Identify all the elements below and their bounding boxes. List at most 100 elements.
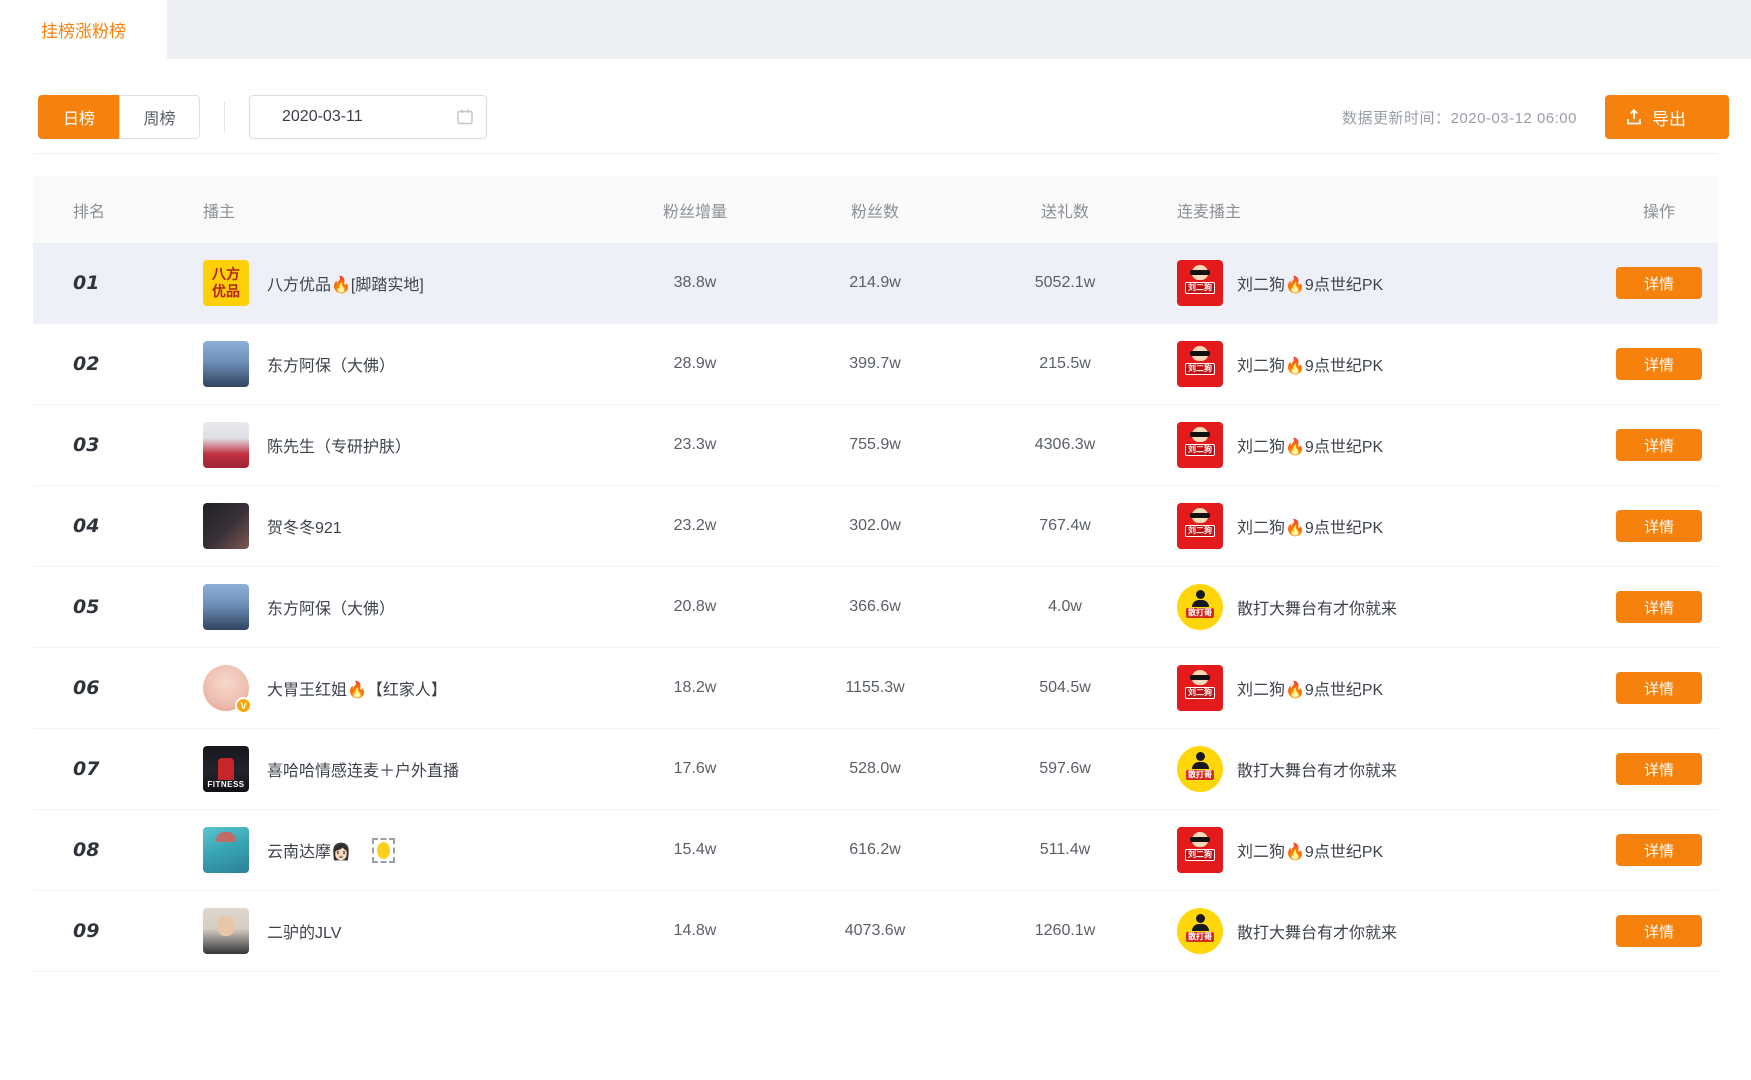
- verified-badge: V: [235, 697, 252, 714]
- gifts-value: 597.6w: [985, 760, 1145, 778]
- rank-number: 02: [73, 353, 99, 375]
- sunglasses-face-icon: [1192, 508, 1208, 523]
- daily-rank-button[interactable]: 日榜: [38, 95, 119, 139]
- co-streamer-name: 散打大舞台有才你就来: [1237, 757, 1397, 781]
- calendar-icon: [456, 108, 474, 126]
- fans-increase-value: 20.8w: [625, 598, 765, 616]
- rank-number: 06: [73, 677, 99, 699]
- co-streamer-avatar: 散打哥: [1177, 746, 1223, 792]
- rank-number: 01: [73, 272, 99, 294]
- detail-button[interactable]: 详情: [1616, 267, 1702, 299]
- detail-button[interactable]: 详情: [1616, 429, 1702, 461]
- co-avatar-text: 散打哥: [1186, 932, 1214, 942]
- tab-strip: 挂榜涨粉榜: [0, 0, 1751, 59]
- streamer-name: 东方阿保（大佛）: [267, 352, 395, 376]
- co-avatar-text: 刘二狗: [1185, 525, 1215, 537]
- gifts-value: 511.4w: [985, 841, 1145, 859]
- section-divider: [33, 153, 1718, 154]
- date-picker[interactable]: 2020-03-11: [249, 95, 487, 139]
- table-row: 04 贺冬冬921 23.2w 302.0w 767.4w 刘二狗 刘二狗🔥9点…: [33, 486, 1718, 567]
- co-streamer-name: 散打大舞台有才你就来: [1237, 919, 1397, 943]
- table-row: 01 八方优品 八方优品🔥[脚踏实地] 38.8w 214.9w 5052.1w…: [33, 243, 1718, 324]
- figure-body-icon: [1192, 762, 1209, 769]
- table-body: 01 八方优品 八方优品🔥[脚踏实地] 38.8w 214.9w 5052.1w…: [33, 243, 1718, 972]
- detail-button[interactable]: 详情: [1616, 348, 1702, 380]
- streamer-avatar: 八方优品: [203, 260, 249, 306]
- co-streamer-avatar: 刘二狗: [1177, 341, 1223, 387]
- period-toggle: 日榜 周榜: [38, 95, 200, 139]
- detail-button[interactable]: 详情: [1616, 834, 1702, 866]
- streamer-avatar: [203, 827, 249, 873]
- fans-total-value: 528.0w: [765, 760, 985, 778]
- co-streamer-avatar: 刘二狗: [1177, 260, 1223, 306]
- streamer-name: 陈先生（专研护肤）: [267, 433, 411, 457]
- streamer-name: 贺冬冬921: [267, 514, 342, 538]
- fans-total-value: 755.9w: [765, 436, 985, 454]
- detail-button[interactable]: 详情: [1616, 753, 1702, 785]
- update-time-value: 2020-03-12 06:00: [1451, 110, 1577, 127]
- gifts-value: 1260.1w: [985, 922, 1145, 940]
- update-time-label: 数据更新时间：: [1342, 110, 1451, 127]
- streamer-avatar: [203, 584, 249, 630]
- gifts-value: 215.5w: [985, 355, 1145, 373]
- figure-body-icon: [1192, 924, 1209, 931]
- rank-number: 03: [73, 434, 99, 456]
- figure-head-icon: [1196, 752, 1205, 761]
- co-streamer-name: 散打大舞台有才你就来: [1237, 595, 1397, 619]
- table-header-row: 排名 播主 粉丝增量 粉丝数 送礼数 连麦播主 操作: [33, 176, 1718, 243]
- streamer-name: 喜哈哈情感连麦＋户外直播: [267, 757, 459, 781]
- detail-button[interactable]: 详情: [1616, 672, 1702, 704]
- upload-icon: [1625, 108, 1643, 126]
- detail-button[interactable]: 详情: [1616, 915, 1702, 947]
- rank-number: 07: [73, 758, 99, 780]
- fans-total-value: 366.6w: [765, 598, 985, 616]
- co-avatar-text: 刘二狗: [1185, 282, 1215, 294]
- fans-total-value: 214.9w: [765, 274, 985, 292]
- gifts-value: 5052.1w: [985, 274, 1145, 292]
- co-avatar-text: 刘二狗: [1185, 363, 1215, 375]
- sunglasses-face-icon: [1192, 346, 1208, 361]
- co-streamer-avatar: 刘二狗: [1177, 665, 1223, 711]
- co-streamer-name: 刘二狗🔥9点世纪PK: [1237, 676, 1383, 700]
- fans-increase-value: 17.6w: [625, 760, 765, 778]
- tab-fan-growth-ranking[interactable]: 挂榜涨粉榜: [0, 0, 167, 59]
- co-streamer-avatar: 刘二狗: [1177, 422, 1223, 468]
- streamer-avatar: FITNESS: [203, 746, 249, 792]
- table-row: 02 东方阿保（大佛） 28.9w 399.7w 215.5w 刘二狗 刘二狗🔥…: [33, 324, 1718, 405]
- co-streamer-avatar: 刘二狗: [1177, 827, 1223, 873]
- missing-emoji-placeholder: [372, 838, 395, 863]
- fans-increase-value: 38.8w: [625, 274, 765, 292]
- streamer-avatar: V: [203, 665, 249, 711]
- table-row: 03 陈先生（专研护肤） 23.3w 755.9w 4306.3w 刘二狗 刘二…: [33, 405, 1718, 486]
- figure-head-icon: [1196, 914, 1205, 923]
- streamer-avatar: [203, 341, 249, 387]
- co-streamer-avatar: 散打哥: [1177, 908, 1223, 954]
- ranking-table: 排名 播主 粉丝增量 粉丝数 送礼数 连麦播主 操作 01 八方优品 八方优品🔥…: [33, 176, 1718, 972]
- co-streamer-name: 刘二狗🔥9点世纪PK: [1237, 271, 1383, 295]
- fans-total-value: 1155.3w: [765, 679, 985, 697]
- sunglasses-face-icon: [1192, 670, 1208, 685]
- column-header-co-streamer: 连麦播主: [1145, 198, 1600, 222]
- vertical-divider: [224, 102, 225, 132]
- detail-button[interactable]: 详情: [1616, 510, 1702, 542]
- export-button[interactable]: 导出: [1605, 95, 1729, 139]
- co-streamer-avatar: 刘二狗: [1177, 503, 1223, 549]
- fans-increase-value: 14.8w: [625, 922, 765, 940]
- detail-button[interactable]: 详情: [1616, 591, 1702, 623]
- gifts-value: 504.5w: [985, 679, 1145, 697]
- streamer-name: 大胃王红姐🔥【红家人】: [267, 676, 447, 700]
- streamer-avatar: [203, 908, 249, 954]
- column-header-action: 操作: [1600, 198, 1718, 222]
- table-row: 08 云南达摩👩🏻 15.4w 616.2w 511.4w 刘二狗 刘二狗🔥9点…: [33, 810, 1718, 891]
- co-streamer-name: 刘二狗🔥9点世纪PK: [1237, 433, 1383, 457]
- sunglasses-face-icon: [1192, 832, 1208, 847]
- co-avatar-text: 刘二狗: [1185, 849, 1215, 861]
- weekly-rank-button[interactable]: 周榜: [119, 95, 200, 139]
- co-streamer-name: 刘二狗🔥9点世纪PK: [1237, 352, 1383, 376]
- avatar-text: 八方优品: [209, 266, 243, 301]
- streamer-avatar: [203, 503, 249, 549]
- figure-body-icon: [1192, 600, 1209, 607]
- fans-total-value: 302.0w: [765, 517, 985, 535]
- export-label: 导出: [1652, 105, 1686, 130]
- fans-increase-value: 15.4w: [625, 841, 765, 859]
